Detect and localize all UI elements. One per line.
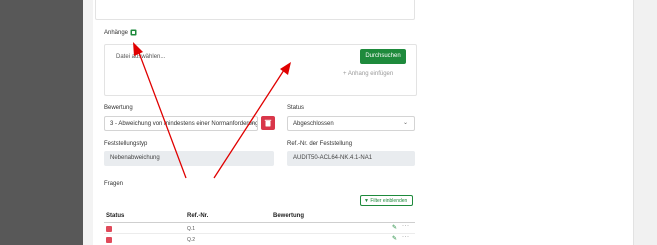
- annotation-arrows: [133, 42, 291, 179]
- arrowhead: [133, 42, 143, 56]
- arrow-to-file-input: [137, 49, 187, 179]
- arrow-to-dropzone: [213, 69, 285, 179]
